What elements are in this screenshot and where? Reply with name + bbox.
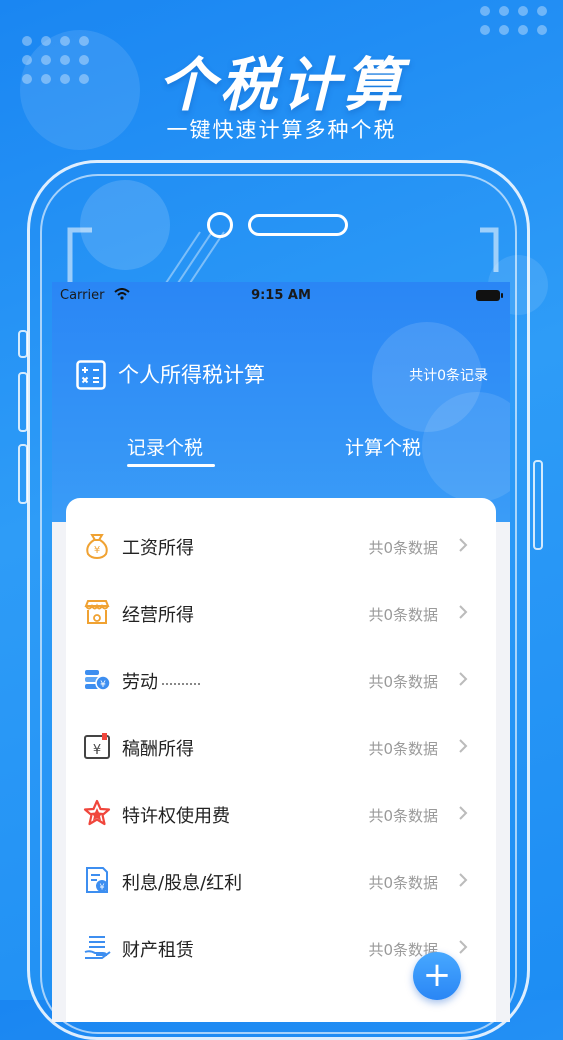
phone-side-button <box>18 372 28 432</box>
item-label: 工资所得 <box>122 538 194 559</box>
item-label: 经营所得 <box>122 605 194 626</box>
svg-text:¥: ¥ <box>94 545 100 556</box>
svg-text:¥: ¥ <box>93 743 101 758</box>
shop-icon <box>84 600 110 624</box>
item-count: 共0条数据 <box>368 539 438 557</box>
page-title: 个人所得税计算 <box>118 363 265 387</box>
phone-side-button <box>18 330 28 358</box>
battery-icon <box>476 290 503 301</box>
list-item-franchise-fee[interactable]: 特许权使用费 共0条数据 <box>66 780 496 847</box>
record-count: 共计0条记录 <box>409 368 488 384</box>
list-item-royalty[interactable]: ¥ 稿酬所得 共0条数据 <box>66 713 496 780</box>
chevron-right-icon <box>459 739 468 753</box>
app-screen: Carrier 9:15 AM 个人所得税计算 共计0条记录 记录个税 计算个税 <box>52 282 510 1022</box>
promo-title: 个税计算 <box>157 51 406 119</box>
coins-icon: ¥ <box>85 670 111 691</box>
item-label: 劳动 <box>122 672 158 693</box>
item-count: 共0条数据 <box>368 673 438 691</box>
list-item-interest-dividend[interactable]: ¥ 利息/股息/红利 共0条数据 <box>66 847 496 914</box>
phone-camera <box>207 212 233 238</box>
item-count: 共0条数据 <box>368 740 438 758</box>
chevron-right-icon <box>459 672 468 686</box>
chevron-right-icon <box>459 940 468 954</box>
add-record-button[interactable]: + <box>413 952 461 1000</box>
income-list: ¥ 工资所得 共0条数据 经营所得 共0条数据 ¥ 劳动 共0条数据 ¥ 稿酬所… <box>66 498 496 1022</box>
status-bar: Carrier 9:15 AM <box>52 282 510 308</box>
decor-dots <box>480 6 547 35</box>
chevron-right-icon <box>459 538 468 552</box>
item-label: 财产租赁 <box>122 940 194 961</box>
hand-cash-icon <box>84 936 111 959</box>
phone-side-button <box>18 444 28 504</box>
item-count: 共0条数据 <box>368 606 438 624</box>
star-badge-icon <box>83 799 111 826</box>
item-label: 特许权使用费 <box>122 806 230 827</box>
item-label: 利息/股息/红利 <box>122 873 243 894</box>
phone-side-button <box>533 460 543 550</box>
active-tab-indicator <box>127 464 215 467</box>
status-time: 9:15 AM <box>251 288 311 303</box>
promo-subtitle: 一键快速计算多种个税 <box>166 118 397 142</box>
calculator-icon <box>76 360 106 390</box>
item-count: 共0条数据 <box>368 874 438 892</box>
calendar-yen-icon: ¥ <box>84 733 110 759</box>
phone-speaker <box>248 214 348 236</box>
svg-text:¥: ¥ <box>99 883 104 892</box>
text-mask <box>162 683 200 688</box>
chevron-right-icon <box>459 605 468 619</box>
bill-icon: ¥ <box>86 867 108 893</box>
item-count: 共0条数据 <box>368 807 438 825</box>
chevron-right-icon <box>459 806 468 820</box>
list-item-salary[interactable]: ¥ 工资所得 共0条数据 <box>66 512 496 579</box>
list-item-labor[interactable]: ¥ 劳动 共0条数据 <box>66 646 496 713</box>
item-label: 稿酬所得 <box>122 739 194 760</box>
list-item-business[interactable]: 经营所得 共0条数据 <box>66 579 496 646</box>
svg-text:¥: ¥ <box>100 680 106 690</box>
chevron-right-icon <box>459 873 468 887</box>
tab-record-tax[interactable]: 记录个税 <box>127 433 203 460</box>
tab-calculate-tax[interactable]: 计算个税 <box>345 433 421 460</box>
app-header: Carrier 9:15 AM 个人所得税计算 共计0条记录 记录个税 计算个税 <box>52 282 510 522</box>
money-bag-icon: ¥ <box>86 534 108 560</box>
